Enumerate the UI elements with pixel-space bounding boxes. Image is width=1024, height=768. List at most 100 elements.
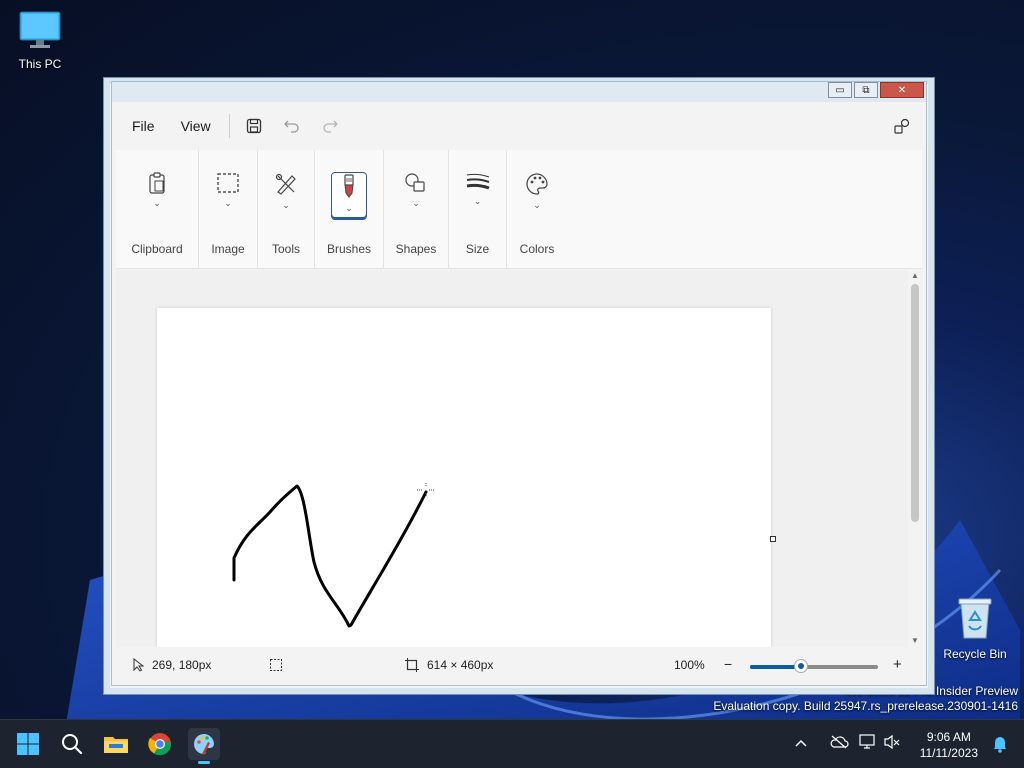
desktop-icon-recycle-bin[interactable]: Recycle Bin [935, 596, 1015, 661]
desktop-icon-label: Recycle Bin [943, 647, 1007, 661]
tools-icon [275, 173, 296, 195]
selection-size [269, 658, 283, 672]
chevron-down-icon: ⌄ [473, 196, 482, 206]
volume-button[interactable] [880, 734, 904, 755]
scrollbar-thumb[interactable] [911, 284, 919, 522]
brush-icon [344, 174, 354, 198]
zoom-level[interactable]: 100% [674, 658, 705, 672]
drawn-stroke [232, 484, 428, 628]
window-client-area: ▭ ⧉ ✕ File View ⌄ Clipboard ⌄ Image ⌄ To… [111, 81, 927, 686]
start-button[interactable] [12, 728, 44, 760]
menu-bar: File View [112, 102, 926, 150]
notifications-button[interactable] [992, 735, 1008, 758]
ribbon-group-shapes[interactable]: ⌄ Shapes [384, 150, 449, 268]
ribbon-group-brushes[interactable]: ⌄ Brushes [315, 150, 384, 268]
ribbon-group-size[interactable]: ⌄ Size [449, 150, 507, 268]
line-size-icon-wrap: ⌄ [461, 172, 495, 218]
cursor-position: 269, 180px [132, 658, 211, 672]
ribbon-toolbar: ⌄ Clipboard ⌄ Image ⌄ Tools ⌄ Brushes ⌄ … [116, 150, 922, 269]
brush-icon-wrap[interactable]: ⌄ [331, 172, 367, 220]
ribbon-group-label: Tools [271, 242, 300, 256]
scroll-up-arrow-icon[interactable]: ▲ [908, 270, 922, 282]
chrome-icon [148, 733, 172, 756]
close-button[interactable]: ✕ [880, 82, 924, 98]
zoom-in-button[interactable]: + [893, 656, 902, 673]
drawing-canvas[interactable] [157, 308, 771, 647]
network-button[interactable] [856, 733, 880, 755]
clipboard-icon-wrap: ⌄ [140, 172, 174, 218]
ribbon-group-clipboard[interactable]: ⌄ Clipboard [116, 150, 199, 268]
selection-icon [217, 173, 239, 193]
canvas-size-text: 614 × 460px [427, 658, 494, 672]
cloud-offline-icon [830, 735, 849, 748]
clock-date: 11/11/2023 [919, 746, 978, 760]
zoom-out-button[interactable]: − [724, 656, 732, 672]
paint-icon [194, 734, 214, 755]
chevron-down-icon: ⌄ [153, 198, 161, 208]
title-bar[interactable]: ▭ ⧉ ✕ [112, 82, 926, 102]
ribbon-group-label: Size [465, 242, 490, 256]
ribbon-group-label: Clipboard [131, 242, 183, 256]
scroll-down-arrow-icon[interactable]: ▼ [908, 635, 922, 647]
network-icon [859, 733, 875, 749]
chevron-down-icon: ⌄ [224, 198, 232, 208]
cursor-position-text: 269, 180px [152, 658, 212, 672]
zoom-slider-knob[interactable] [794, 659, 809, 673]
menu-file[interactable]: File [124, 112, 163, 140]
canvas-resize-handle[interactable] [770, 536, 776, 542]
clock-time: 9:06 AM [926, 730, 971, 744]
settings-button[interactable] [886, 110, 918, 142]
status-bar: 269, 180px 614 × 460px 100% − + [112, 647, 926, 685]
clock[interactable]: 9:06 AM 11/11/2023 [920, 729, 978, 761]
save-icon [246, 118, 261, 134]
save-button[interactable] [238, 110, 270, 142]
settings-icon [894, 118, 910, 134]
tools-icon-wrap: ⌄ [269, 172, 303, 218]
canvas-area: ▲ ▼ [116, 270, 922, 647]
line-size-icon [466, 173, 490, 190]
redo-button[interactable] [314, 110, 346, 142]
volume-muted-icon [884, 734, 900, 749]
menu-view[interactable]: View [173, 112, 219, 140]
watermark-line-2: Evaluation copy. Build 25947.rs_prerelea… [713, 699, 1018, 713]
palette-icon [526, 173, 548, 195]
window-controls: ▭ ⧉ ✕ [826, 82, 924, 98]
paint-button[interactable] [188, 728, 220, 764]
chevron-down-icon: ⌄ [282, 200, 290, 210]
ribbon-group-label: Shapes [395, 242, 437, 256]
brush-cursor-icon [417, 483, 435, 497]
desktop-icon-label: This PC [18, 57, 62, 71]
redo-icon [323, 120, 338, 133]
undo-button[interactable] [276, 110, 308, 142]
start-icon [17, 733, 39, 755]
ribbon-group-image[interactable]: ⌄ Image [199, 150, 258, 268]
ribbon-group-colors[interactable]: ⌄ Colors [507, 150, 567, 268]
canvas-size: 614 × 460px [405, 658, 493, 672]
pointer-icon [133, 658, 144, 672]
undo-icon [283, 120, 299, 133]
taskbar: 9:06 AM 11/11/2023 [0, 719, 1024, 768]
paint-window: ▭ ⧉ ✕ File View ⌄ Clipboard ⌄ Image ⌄ To… [103, 77, 935, 695]
chevron-down-icon: ⌄ [412, 198, 420, 208]
menu-separator [228, 114, 230, 138]
vertical-scrollbar[interactable]: ▲ ▼ [908, 270, 922, 647]
recycle-bin-icon [958, 598, 992, 639]
zoom-slider[interactable] [750, 659, 878, 673]
desktop-icon-this-pc[interactable]: This PC [0, 10, 80, 71]
ribbon-group-tools[interactable]: ⌄ Tools [258, 150, 315, 268]
show-hidden-icons-button[interactable] [790, 735, 812, 753]
onedrive-status-button[interactable] [822, 735, 856, 754]
chevron-down-icon: ⌄ [345, 203, 353, 213]
chrome-button[interactable] [144, 728, 176, 760]
chevron-down-icon: ⌄ [533, 200, 541, 210]
bell-icon [994, 737, 1006, 753]
search-button[interactable] [56, 728, 88, 760]
file-explorer-button[interactable] [100, 728, 132, 760]
canvas-size-icon [405, 658, 419, 672]
ribbon-group-label: Colors [519, 242, 555, 256]
maximize-button[interactable]: ⧉ [854, 82, 878, 98]
ribbon-group-label: Brushes [326, 242, 372, 256]
chevron-up-icon [795, 739, 807, 747]
minimize-button[interactable]: ▭ [828, 82, 852, 98]
palette-icon-wrap: ⌄ [520, 172, 554, 218]
